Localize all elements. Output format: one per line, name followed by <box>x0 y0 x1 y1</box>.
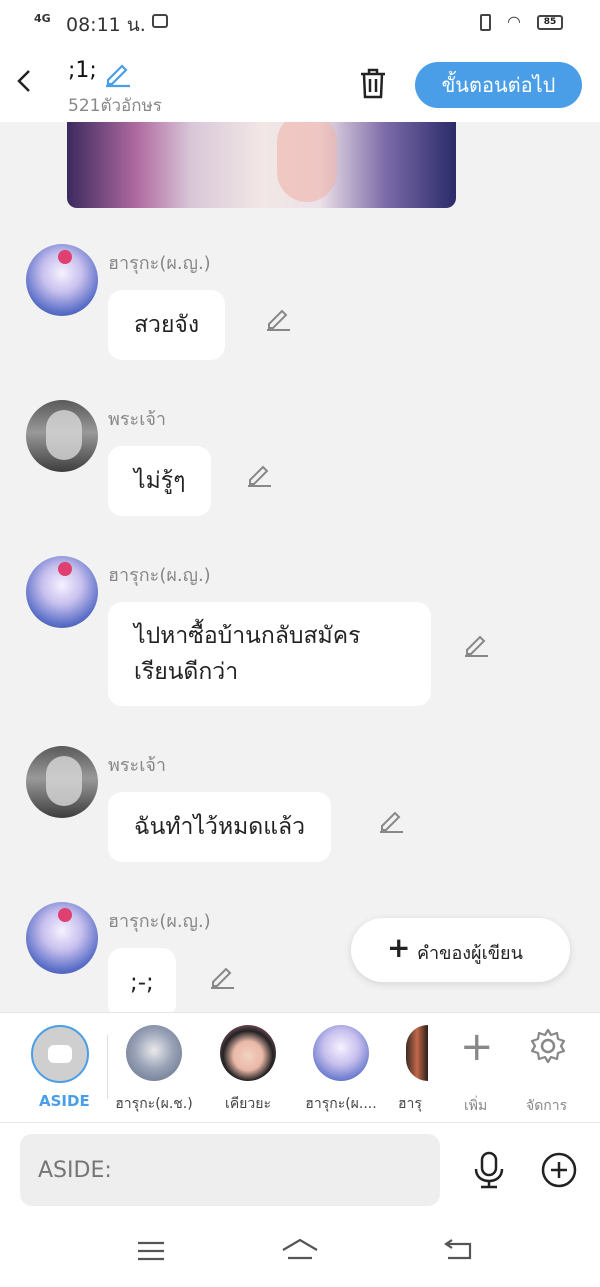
home-icon[interactable] <box>280 1236 320 1268</box>
character-label: ฮารุกะ(ผ.ช.) <box>115 1096 193 1112</box>
page-title: ;1; <box>68 58 97 83</box>
next-step-button[interactable]: ขั้นตอนต่อไป <box>415 62 582 108</box>
edit-message-icon[interactable] <box>208 962 236 994</box>
story-image[interactable] <box>67 122 456 208</box>
battery-icon: 85 <box>537 15 563 30</box>
character-bar: ASIDE ฮารุกะ(ผ.ช.) เคียวยะ ฮารุกะ(ผ.... … <box>0 1012 600 1123</box>
avatar[interactable] <box>26 902 98 974</box>
plus-icon: + <box>387 931 411 964</box>
sender-name: ฮารุกะ(ผ.ญ.) <box>108 253 211 274</box>
author-note-label: คำของผู้เขียน <box>417 943 523 964</box>
avatar[interactable] <box>26 400 98 472</box>
character-label: ฮารุกะ(ผ.... <box>305 1096 377 1112</box>
sender-name: พระเจ้า <box>108 409 167 430</box>
char-count: 521ตัวอักษร <box>68 96 162 116</box>
sender-name: พระเจ้า <box>108 755 167 776</box>
gallery-icon <box>152 14 168 28</box>
author-note-button[interactable]: + คำของผู้เขียน <box>351 918 570 982</box>
input-bar <box>0 1122 600 1215</box>
manage-label: จัดการ <box>526 1098 568 1114</box>
message-bubble[interactable]: สวยจัง <box>108 290 226 360</box>
character-avatar[interactable] <box>406 1025 428 1081</box>
add-character-icon[interactable]: + <box>460 1027 494 1067</box>
message-input[interactable] <box>20 1134 440 1206</box>
image-figure <box>277 122 337 202</box>
status-bar: 4G 08:11 น. ◠ 85 <box>0 0 600 46</box>
gear-icon[interactable] <box>529 1027 567 1069</box>
character-avatar[interactable] <box>220 1025 276 1081</box>
add-attachment-icon[interactable] <box>540 1151 578 1193</box>
aside-label: ASIDE <box>39 1092 90 1110</box>
sender-name: ฮารุกะ(ผ.ญ.) <box>108 565 211 586</box>
status-time: 08:11 น. <box>66 14 146 36</box>
character-avatar[interactable] <box>313 1025 369 1081</box>
divider <box>107 1035 108 1099</box>
aside-icon[interactable] <box>31 1025 89 1083</box>
wifi-icon: ◠ <box>507 12 521 31</box>
edit-message-icon[interactable] <box>462 630 490 662</box>
system-nav-bar <box>0 1214 600 1287</box>
add-character-label: เพิ่ม <box>464 1098 488 1114</box>
menu-icon[interactable] <box>136 1240 166 1266</box>
avatar[interactable] <box>26 244 98 316</box>
sender-name: ฮารุกะ(ผ.ญ.) <box>108 911 211 932</box>
edit-message-icon[interactable] <box>377 806 405 838</box>
message-bubble[interactable]: ไปหาซื้อบ้านกลับสมัคร เรียนดีกว่า <box>108 602 431 706</box>
edit-title-icon[interactable] <box>102 58 132 92</box>
avatar[interactable] <box>26 746 98 818</box>
character-label: ฮารุ <box>398 1096 422 1112</box>
chat-area[interactable]: ฮารุกะ(ผ.ญ.) สวยจัง พระเจ้า ไม่รู้ๆ ฮารุ… <box>0 122 600 1012</box>
message-bubble[interactable]: ;-; <box>108 948 176 1012</box>
vibrate-icon <box>480 14 491 31</box>
signal-indicator: 4G <box>34 12 51 25</box>
back-icon[interactable] <box>14 66 34 102</box>
character-label: เคียวยะ <box>225 1096 271 1112</box>
header: ;1; 521ตัวอักษร ขั้นตอนต่อไป <box>0 46 600 122</box>
character-avatar[interactable] <box>126 1025 182 1081</box>
edit-message-icon[interactable] <box>264 304 292 336</box>
avatar[interactable] <box>26 556 98 628</box>
microphone-icon[interactable] <box>472 1151 506 1193</box>
edit-message-icon[interactable] <box>245 460 273 492</box>
message-bubble[interactable]: ฉันทำไว้หมดแล้ว <box>108 792 332 862</box>
back-nav-icon[interactable] <box>442 1238 474 1268</box>
trash-icon[interactable] <box>357 66 389 104</box>
message-bubble[interactable]: ไม่รู้ๆ <box>108 446 212 516</box>
